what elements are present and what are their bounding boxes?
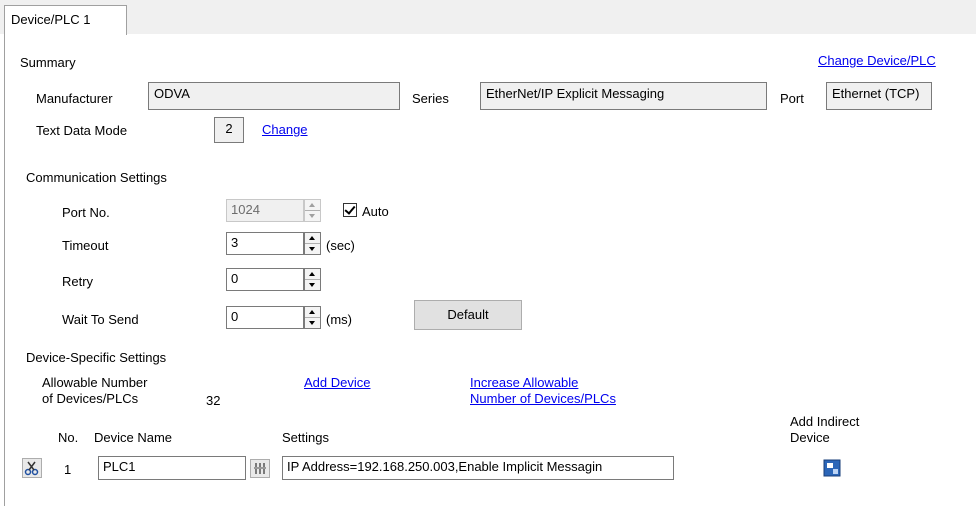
timeout-unit: (sec): [326, 238, 355, 253]
port-no-spinner[interactable]: [304, 199, 321, 222]
delete-device-icon[interactable]: [22, 458, 42, 478]
summary-heading: Summary: [20, 55, 76, 70]
default-button[interactable]: Default: [414, 300, 522, 330]
manufacturer-value: ODVA: [154, 86, 190, 101]
settings-grid-icon: [254, 463, 266, 474]
port-value: Ethernet (TCP): [832, 86, 920, 101]
tab-strip: Device/PLC 1: [0, 0, 976, 35]
add-indirect-device-icon[interactable]: [822, 458, 842, 478]
auto-label: Auto: [362, 204, 389, 219]
spin-up-icon[interactable]: [305, 233, 320, 244]
port-no-value: 1024: [231, 202, 260, 217]
retry-value: 0: [231, 271, 239, 286]
increase-allowable-link-line1[interactable]: Increase Allowable: [470, 375, 578, 390]
column-device-name: Device Name: [94, 430, 173, 445]
timeout-value: 3: [231, 235, 239, 250]
text-data-mode-value: 2: [225, 121, 233, 136]
auto-checkbox[interactable]: [343, 203, 357, 217]
add-indirect-icon: [823, 459, 841, 477]
wait-to-send-input[interactable]: 0: [226, 306, 304, 329]
column-settings: Settings: [282, 430, 329, 445]
retry-label: Retry: [62, 274, 94, 289]
device-settings-value: IP Address=192.168.250.003,Enable Implic…: [287, 459, 603, 474]
series-label: Series: [412, 91, 449, 106]
text-mode-change-link[interactable]: Change: [262, 122, 308, 137]
spin-down-icon[interactable]: [305, 211, 320, 222]
row-number: 1: [64, 462, 72, 477]
scissors-icon: [24, 461, 39, 476]
retry-spinner[interactable]: [304, 268, 321, 291]
change-device-plc-link[interactable]: Change Device/PLC: [818, 53, 936, 68]
wait-to-send-label: Wait To Send: [62, 312, 139, 327]
comm-settings-heading: Communication Settings: [26, 170, 167, 185]
device-settings-button[interactable]: [250, 459, 270, 478]
spin-down-icon[interactable]: [305, 318, 320, 329]
wait-to-send-value: 0: [231, 309, 239, 324]
device-settings-heading: Device-Specific Settings: [26, 350, 167, 365]
allowable-label-line1: Allowable Number: [42, 375, 148, 390]
spin-up-icon[interactable]: [305, 269, 320, 280]
tab-label: Device/PLC 1: [11, 12, 91, 27]
retry-input[interactable]: 0: [226, 268, 304, 291]
manufacturer-label: Manufacturer: [36, 91, 113, 106]
device-settings-field[interactable]: IP Address=192.168.250.003,Enable Implic…: [282, 456, 674, 480]
port-no-input[interactable]: 1024: [226, 199, 304, 222]
column-add-indirect-line2: Device: [790, 430, 830, 445]
wait-to-send-unit: (ms): [326, 312, 352, 327]
spin-up-icon[interactable]: [305, 307, 320, 318]
port-field: Ethernet (TCP): [826, 82, 932, 110]
manufacturer-field: ODVA: [148, 82, 400, 110]
timeout-spinner[interactable]: [304, 232, 321, 255]
spin-down-icon[interactable]: [305, 280, 320, 291]
timeout-label: Timeout: [62, 238, 109, 253]
wait-to-send-spinner[interactable]: [304, 306, 321, 329]
allowable-count: 32: [206, 393, 221, 408]
spin-down-icon[interactable]: [305, 244, 320, 255]
spin-up-icon[interactable]: [305, 200, 320, 211]
series-field: EtherNet/IP Explicit Messaging: [480, 82, 767, 110]
timeout-input[interactable]: 3: [226, 232, 304, 255]
add-device-link[interactable]: Add Device: [304, 375, 370, 390]
allowable-label-line2: of Devices/PLCs: [42, 391, 139, 406]
port-no-label: Port No.: [62, 205, 110, 220]
increase-allowable-link-line2[interactable]: Number of Devices/PLCs: [470, 391, 616, 406]
series-value: EtherNet/IP Explicit Messaging: [486, 86, 665, 101]
column-no: No.: [58, 430, 79, 445]
device-name-input[interactable]: PLC1: [98, 456, 246, 480]
tab-device-plc-1[interactable]: Device/PLC 1: [4, 5, 127, 35]
port-label: Port: [780, 91, 804, 106]
device-name-value: PLC1: [103, 459, 136, 474]
text-data-mode-field: 2: [214, 117, 244, 143]
text-data-mode-label: Text Data Mode: [36, 123, 128, 138]
column-add-indirect-line1: Add Indirect: [790, 414, 860, 429]
